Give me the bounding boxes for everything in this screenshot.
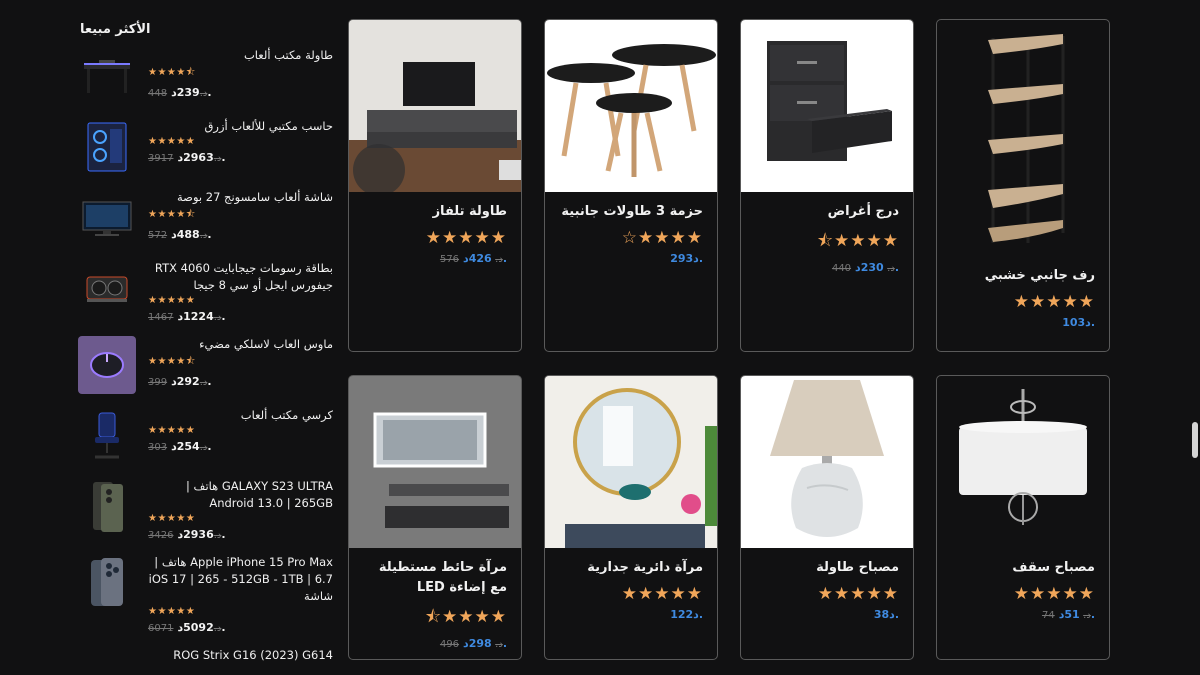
gaming-mouse-thumbnail[interactable] (78, 336, 136, 394)
product-card[interactable]: مرآة حائط مستطيلة مع إضاءة LED ★★★★⯪ 496… (348, 375, 522, 660)
price: 293د. (559, 252, 703, 265)
product-card[interactable]: مصباح سقف ★★★★★ 74د. 51د. (936, 375, 1110, 660)
best-seller-item[interactable]: طاولة مكتب ألعاب ★★★★⯪ 448د.239د. (78, 47, 336, 105)
best-seller-item[interactable]: كرسي مكتب ألعاب ★★★★★ 303د.254د. (78, 407, 336, 465)
round-wall-mirror-image[interactable] (545, 376, 717, 548)
price: 576د. 426د. (363, 252, 507, 265)
product-card[interactable]: مصباح طاولة ★★★★★ 38د. (740, 375, 914, 660)
rating-stars: ★★★★★ (148, 513, 196, 524)
ceiling-lamp-image[interactable] (937, 376, 1109, 548)
price: 440د. 230د. (755, 261, 899, 274)
price: 103د. (951, 316, 1095, 329)
product-card[interactable]: حزمة 3 طاولات جانبية ★★★★☆ 293د. (544, 19, 718, 352)
rating-stars: ★★★★⯪ (424, 607, 507, 627)
product-card[interactable]: رف جانبي خشبي ★★★★★ 103د. (936, 19, 1110, 352)
product-name[interactable]: كرسي مكتب ألعاب (148, 407, 333, 424)
product-card[interactable]: طاولة تلفاز ★★★★★ 576د. 426د. (348, 19, 522, 352)
product-name[interactable]: شاشة ألعاب سامسونج 27 بوصة (148, 189, 333, 206)
best-seller-item[interactable]: ROG Strix G16 (2023) G614 (78, 647, 336, 675)
rating-stars: ★★★★★ (817, 584, 899, 604)
best-seller-item[interactable]: حاسب مكتبي للألعاب أزرق ★★★★★ 3917د.2963… (78, 118, 336, 176)
rating-stars: ★★★★★ (621, 584, 703, 604)
product-title[interactable]: مصباح طاولة (755, 558, 899, 578)
best-seller-item[interactable]: GALAXY S23 ULTRA هاتف | Android 13.0 | 2… (78, 478, 336, 541)
best-sellers-sidebar: الأكثر مبيعا طاولة مكتب ألعاب ★★★★⯪ 448د… (78, 14, 336, 675)
product-name[interactable]: Apple iPhone 15 Pro Max هاتف | iOS 17 | … (148, 554, 333, 605)
rating-stars: ★★★★⯪ (148, 356, 196, 367)
price: 303د.254د. (148, 440, 333, 453)
price: 74د. 51د. (951, 608, 1095, 621)
rating-stars: ★★★★★ (148, 606, 196, 617)
filing-drawer-image[interactable] (741, 20, 913, 192)
best-seller-item[interactable]: ماوس العاب لاسلكي مضيء ★★★★⯪ 399د.292د. (78, 336, 336, 394)
product-name[interactable]: بطاقة رسومات جيجابايت RTX 4060 جيفورس اي… (148, 260, 333, 294)
price: 6071د.5092د. (148, 621, 333, 634)
product-title[interactable]: درج أغراض (755, 202, 899, 222)
product-title[interactable]: مصباح سقف (951, 558, 1095, 578)
gaming-pc-thumbnail[interactable] (78, 118, 136, 176)
current-price: 103د. (1062, 316, 1095, 329)
price: 3917د.2963د. (148, 151, 333, 164)
product-title[interactable]: طاولة تلفاز (363, 202, 507, 222)
current-price: 38د. (873, 608, 899, 621)
rating-stars: ★★★★★ (1013, 584, 1095, 604)
tv-stand-image[interactable] (349, 20, 521, 192)
current-price: 293د. (670, 252, 703, 265)
product-card[interactable]: درج أغراض ★★★★⯪ 440د. 230د. (740, 19, 914, 352)
samsung-phone-thumbnail[interactable] (78, 478, 136, 536)
product-title[interactable]: مرآة دائرية جدارية (559, 558, 703, 578)
price: 1467د.1224د. (148, 310, 333, 323)
product-title[interactable]: مرآة حائط مستطيلة مع إضاءة LED (363, 558, 507, 598)
product-name[interactable]: ROG Strix G16 (2023) G614 (148, 647, 333, 664)
current-price: 122د. (670, 608, 703, 621)
iphone-thumbnail[interactable] (78, 554, 136, 612)
rating-stars: ★★★★★ (425, 228, 507, 248)
side-tables-set-image[interactable] (545, 20, 717, 192)
rating-stars: ★★★★⯪ (148, 67, 196, 78)
led-rectangular-mirror-image[interactable] (349, 376, 521, 548)
monitor-thumbnail[interactable] (78, 189, 136, 247)
rating-stars: ★★★★★ (148, 136, 196, 147)
rating-stars: ★★★★★ (148, 295, 196, 306)
product-card[interactable]: مرآة دائرية جدارية ★★★★★ 122د. (544, 375, 718, 660)
product-name[interactable]: GALAXY S23 ULTRA هاتف | Android 13.0 | 2… (148, 478, 333, 512)
rating-stars: ★★★★★ (1013, 292, 1095, 312)
rating-stars: ★★★★⯪ (148, 209, 196, 220)
price: 496د. 298د. (363, 637, 507, 650)
product-name[interactable]: طاولة مكتب ألعاب (148, 47, 333, 64)
gaming-desk-thumbnail[interactable] (78, 47, 136, 105)
price: 448د.239د. (148, 86, 333, 99)
rating-stars: ★★★★⯪ (816, 231, 899, 251)
best-seller-item[interactable]: Apple iPhone 15 Pro Max هاتف | iOS 17 | … (78, 554, 336, 634)
rating-stars: ★★★★☆ (621, 228, 703, 248)
product-title[interactable]: رف جانبي خشبي (951, 266, 1095, 286)
best-seller-item[interactable]: بطاقة رسومات جيجابايت RTX 4060 جيفورس اي… (78, 260, 336, 323)
table-lamp-image[interactable] (741, 376, 913, 548)
sidebar-title: الأكثر مبيعا (80, 22, 151, 37)
page-scrollbar[interactable] (1192, 422, 1198, 458)
rating-stars: ★★★★★ (148, 425, 196, 436)
graphics-card-thumbnail[interactable] (78, 260, 136, 318)
price: 572د.488د. (148, 228, 333, 241)
product-title[interactable]: حزمة 3 طاولات جانبية (559, 202, 703, 222)
price: 399د.292د. (148, 375, 333, 388)
product-name[interactable]: ماوس العاب لاسلكي مضيء (148, 336, 333, 353)
price: 122د. (559, 608, 703, 621)
product-name[interactable]: حاسب مكتبي للألعاب أزرق (148, 118, 333, 135)
gaming-chair-thumbnail[interactable] (78, 407, 136, 465)
best-seller-item[interactable]: شاشة ألعاب سامسونج 27 بوصة ★★★★⯪ 572د.48… (78, 189, 336, 247)
price: 38د. (755, 608, 899, 621)
wooden-corner-shelf-image[interactable] (937, 20, 1109, 256)
price: 3426د.2936د. (148, 528, 333, 541)
laptop-thumbnail[interactable] (78, 647, 136, 675)
